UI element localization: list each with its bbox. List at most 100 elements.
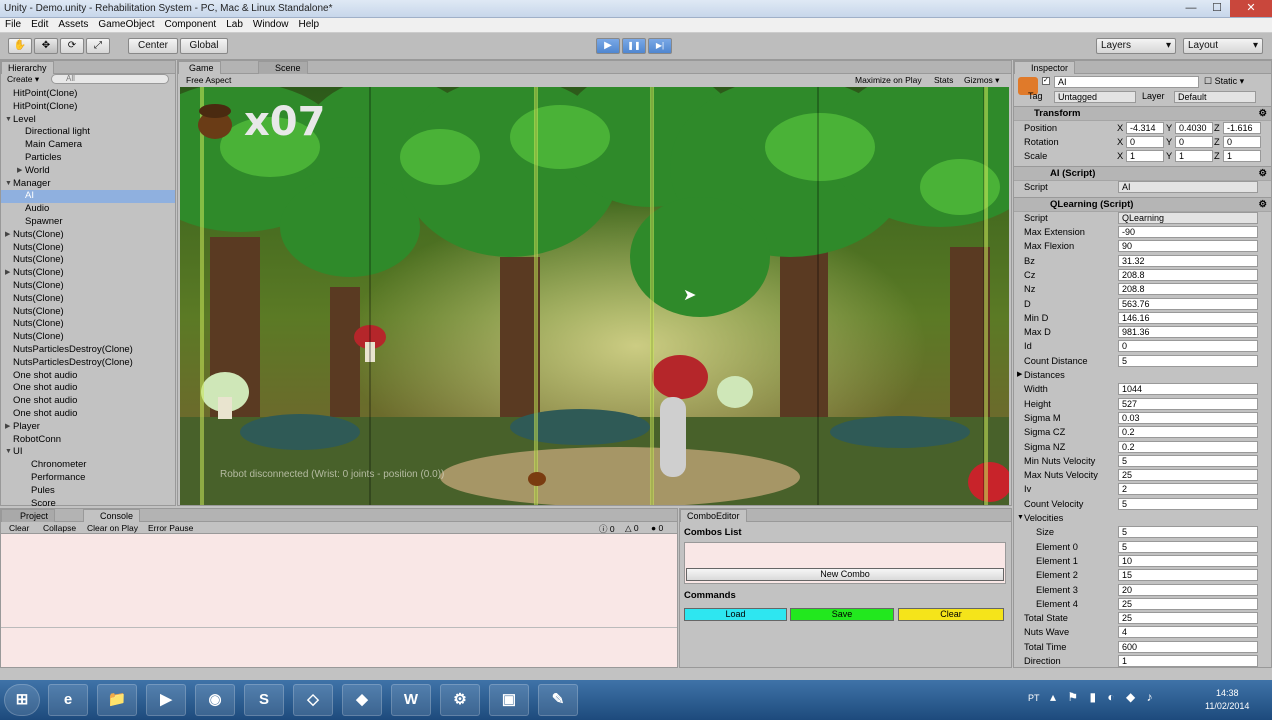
property-label[interactable]: Distances — [1024, 368, 1065, 382]
menu-help[interactable]: Help — [293, 18, 324, 31]
hierarchy-item[interactable]: HitPoint(Clone) — [1, 101, 175, 114]
property-value-field[interactable]: 0.2 — [1118, 426, 1258, 439]
tab-console[interactable]: Console — [83, 509, 141, 522]
settings-gear-icon[interactable]: ⚙ — [1258, 167, 1267, 181]
hierarchy-item[interactable]: HitPoint(Clone) — [1, 88, 175, 101]
hierarchy-item[interactable]: One shot audio — [1, 382, 175, 395]
taskbar-app-icon[interactable]: ✎ — [538, 684, 578, 716]
taskbar-app-icon[interactable]: ◇ — [293, 684, 333, 716]
menu-assets[interactable]: Assets — [53, 18, 93, 31]
menu-lab[interactable]: Lab — [221, 18, 248, 31]
warning-count[interactable]: △ 0 — [625, 523, 639, 534]
property-label[interactable]: Velocities — [1024, 511, 1063, 525]
hierarchy-item[interactable]: NutsParticlesDestroy(Clone) — [1, 357, 175, 370]
property-value-field[interactable]: 5 — [1118, 497, 1258, 510]
property-value-field[interactable]: 5 — [1118, 540, 1258, 553]
hierarchy-item[interactable]: One shot audio — [1, 395, 175, 408]
position-x-field[interactable]: -4.314 — [1126, 122, 1164, 134]
info-count[interactable]: ⓘ 0 — [599, 523, 615, 535]
new-combo-button[interactable]: New Combo — [686, 568, 1004, 581]
position-y-field[interactable]: 0.4030 — [1175, 122, 1213, 134]
tab-inspector[interactable]: Inspector — [1014, 61, 1076, 74]
collapsed-arrow-icon[interactable]: ▶ — [5, 229, 10, 242]
hierarchy-item[interactable]: ▼ UI — [1, 446, 175, 459]
property-value-field[interactable]: 15 — [1118, 569, 1258, 582]
menu-gameobject[interactable]: GameObject — [93, 18, 159, 31]
transform-header[interactable]: Transform ⚙ — [1014, 106, 1271, 121]
hierarchy-item[interactable]: One shot audio — [1, 408, 175, 421]
property-value-field[interactable]: 10 — [1118, 554, 1258, 567]
property-value-field[interactable]: 0.2 — [1118, 440, 1258, 453]
hierarchy-item[interactable]: Main Camera — [1, 139, 175, 152]
settings-gear-icon[interactable]: ⚙ — [1258, 107, 1267, 121]
collapse-button[interactable]: Collapse — [43, 523, 76, 533]
expanded-arrow-icon[interactable]: ▼ — [5, 446, 12, 459]
position-z-field[interactable]: -1.616 — [1223, 122, 1261, 134]
hierarchy-item[interactable]: Nuts(Clone) — [1, 254, 175, 267]
hierarchy-item[interactable]: ▶ Nuts(Clone) — [1, 229, 175, 242]
hierarchy-item[interactable]: ▶ Player — [1, 421, 175, 434]
property-value-field[interactable]: 5 — [1118, 454, 1258, 467]
collapsed-arrow-icon[interactable]: ▶ — [17, 165, 22, 178]
hierarchy-item[interactable]: NutsParticlesDestroy(Clone) — [1, 344, 175, 357]
error-count[interactable]: ● 0 — [651, 523, 663, 533]
taskbar-app-icon[interactable]: ◉ — [195, 684, 235, 716]
rotation-z-field[interactable]: 0 — [1223, 136, 1261, 148]
property-value-field[interactable]: 527 — [1118, 397, 1258, 410]
step-icon[interactable]: ▶| — [648, 38, 672, 54]
property-value-field[interactable]: 4 — [1118, 626, 1258, 639]
close-button[interactable]: ✕ — [1230, 0, 1272, 17]
active-checkbox[interactable]: ✓ — [1042, 77, 1050, 85]
property-value-field[interactable]: 5 — [1118, 354, 1258, 367]
layer-dropdown[interactable]: Default — [1174, 91, 1256, 103]
menu-edit[interactable]: Edit — [26, 18, 53, 31]
menu-file[interactable]: File — [0, 18, 26, 31]
property-value-field[interactable]: 981.36 — [1118, 326, 1258, 339]
game-viewport[interactable]: x07 Robot disconnected (Wrist: 0 joints … — [180, 87, 1009, 505]
ai-script-header[interactable]: AI (Script) ⚙ — [1014, 166, 1271, 181]
taskbar-app-icon[interactable]: W — [391, 684, 431, 716]
menu-component[interactable]: Component — [160, 18, 222, 31]
object-name-field[interactable]: AI — [1054, 76, 1199, 88]
menu-window[interactable]: Window — [248, 18, 294, 31]
language-indicator[interactable]: PT — [1028, 693, 1040, 703]
qlearning-script-field[interactable]: QLearning — [1118, 212, 1258, 224]
layers-dropdown[interactable]: Layers ▾ — [1096, 38, 1176, 54]
hierarchy-item[interactable]: Audio — [1, 203, 175, 216]
clear-commands-button[interactable]: Clear — [898, 608, 1004, 621]
hierarchy-item[interactable]: Performance — [1, 472, 175, 485]
property-value-field[interactable]: 0.03 — [1118, 411, 1258, 424]
tab-game[interactable]: Game — [178, 61, 221, 74]
save-button[interactable]: Save — [790, 608, 894, 621]
hierarchy-item[interactable]: ▼ Manager — [1, 178, 175, 191]
property-value-field[interactable]: 563.76 — [1118, 297, 1258, 310]
hierarchy-item[interactable]: Chronometer — [1, 459, 175, 472]
pivot-center-button[interactable]: Center — [128, 38, 178, 54]
property-value-field[interactable]: 208.8 — [1118, 268, 1258, 281]
taskbar-app-icon[interactable]: ◆ — [342, 684, 382, 716]
hierarchy-item[interactable]: ▼ Level — [1, 114, 175, 127]
property-value-field[interactable]: 5 — [1118, 526, 1258, 539]
load-button[interactable]: Load — [684, 608, 787, 621]
property-value-field[interactable]: 146.16 — [1118, 311, 1258, 324]
taskbar-app-icon[interactable]: S — [244, 684, 284, 716]
taskbar-app-icon[interactable]: ⚙ — [440, 684, 480, 716]
rotation-x-field[interactable]: 0 — [1126, 136, 1164, 148]
tab-scene[interactable]: Scene — [258, 61, 308, 74]
ai-script-field[interactable]: AI — [1118, 181, 1258, 193]
hierarchy-item[interactable]: Directional light — [1, 126, 175, 139]
hierarchy-item[interactable]: RobotConn — [1, 434, 175, 447]
qlearning-header[interactable]: QLearning (Script) ⚙ — [1014, 197, 1271, 212]
property-value-field[interactable]: 25 — [1118, 469, 1258, 482]
hierarchy-item[interactable]: Nuts(Clone) — [1, 280, 175, 293]
collapsed-arrow-icon[interactable]: ▶ — [5, 421, 10, 434]
create-button[interactable]: Create ▾ — [7, 74, 39, 85]
property-value-field[interactable]: 2 — [1118, 483, 1258, 496]
property-value-field[interactable]: 90 — [1118, 240, 1258, 253]
hierarchy-item[interactable]: ▶ Nuts(Clone) — [1, 267, 175, 280]
property-value-field[interactable]: -90 — [1118, 226, 1258, 238]
stats-toggle[interactable]: Stats — [934, 75, 953, 85]
tray-icons[interactable]: ▴ ⚑ ▮ ◐ ◆ ♪ — [1050, 690, 1157, 704]
scale-tool-icon[interactable]: ⤢ — [86, 38, 110, 54]
maximize-button[interactable]: ☐ — [1204, 0, 1230, 17]
